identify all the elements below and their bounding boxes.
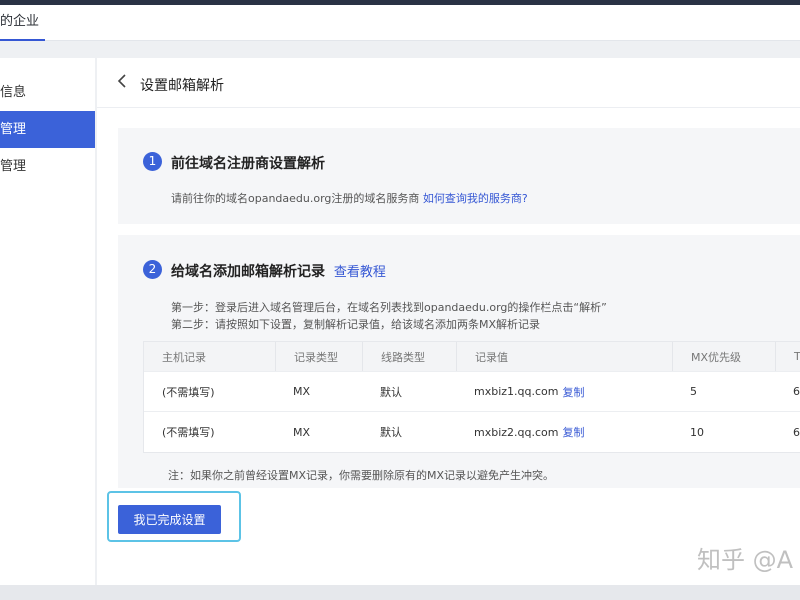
tab-company[interactable]: 的企业 (0, 5, 46, 41)
mx-record-table: 主机记录 记录类型 线路类型 记录值 MX优先级 TTL (不需填写) MX 默… (143, 341, 800, 453)
sidebar-item-label: 信息 (0, 85, 27, 100)
step1-card: 1 前往域名注册商设置解析 请前往你的域名opandaedu.org注册的域名服… (118, 128, 800, 224)
cell-ttl: 600 (793, 425, 800, 439)
step1-number-badge: 1 (143, 152, 162, 171)
step2-line1: 第一步：登录后进入域名管理后台，在域名列表找到opandaedu.org的操作栏… (171, 301, 607, 314)
step2-line2: 第二步：请按照如下设置，复制解析记录值，给该域名添加两条MX解析记录 (171, 318, 541, 331)
step2-card: 2 给域名添加邮箱解析记录 查看教程 第一步：登录后进入域名管理后台，在域名列表… (118, 235, 800, 488)
sidebar-item-label: 管理 (0, 122, 27, 137)
cell-priority: 10 (690, 425, 704, 439)
top-bar: 的企业 (0, 5, 800, 41)
cell-line: 默认 (380, 385, 402, 399)
step1-desc-text: 请前往你的域名opandaedu.org注册的域名服务商 (171, 192, 420, 205)
column-header-line: 线路类型 (362, 342, 456, 371)
column-header-priority: MX优先级 (672, 342, 775, 371)
sidebar-item-info[interactable]: 信息 (0, 74, 95, 111)
done-setup-button[interactable]: 我已完成设置 (118, 505, 221, 534)
tab-company-label: 的企业 (0, 14, 40, 29)
cell-type: MX (293, 385, 311, 398)
watermark: 知乎 @A (697, 546, 794, 574)
sidebar-item-management-active[interactable]: 管理 (0, 111, 95, 148)
copy-link[interactable]: 复制 (563, 384, 585, 400)
tab-active-underline (0, 39, 46, 41)
cell-host: (不需填写) (162, 385, 215, 399)
table-row: (不需填写) MX 默认 mxbiz2.qq.com 复制 10 600 (144, 412, 800, 452)
column-header-ttl: TTL (775, 342, 800, 371)
mx-conflict-note: 注：如果你之前曾经设置MX记录，你需要删除原有的MX记录以避免产生冲突。 (168, 469, 555, 482)
column-header-host: 主机记录 (162, 350, 206, 364)
record-value: mxbiz2.qq.com (474, 425, 559, 439)
cell-value: mxbiz1.qq.com 复制 (456, 372, 672, 411)
page-title: 设置邮箱解析 (140, 78, 224, 94)
table-header-row: 主机记录 记录类型 线路类型 记录值 MX优先级 TTL (144, 342, 800, 372)
column-header-value: 记录值 (456, 342, 672, 371)
sidebar: 信息 管理 管理 (0, 58, 95, 585)
step2-number-badge: 2 (143, 260, 162, 279)
sidebar-item-label: 管理 (0, 159, 27, 174)
record-value: mxbiz1.qq.com (474, 385, 559, 398)
cell-value: mxbiz2.qq.com 复制 (456, 412, 672, 452)
step2-title: 给域名添加邮箱解析记录 查看教程 (171, 261, 386, 281)
view-tutorial-link[interactable]: 查看教程 (334, 265, 386, 280)
bottom-bar (0, 585, 800, 600)
step2-title-text: 给域名添加邮箱解析记录 (171, 264, 325, 280)
cell-host: (不需填写) (162, 426, 215, 439)
chevron-left-icon[interactable] (117, 74, 127, 92)
step1-description: 请前往你的域名opandaedu.org注册的域名服务商 如何查询我的服务商? (171, 190, 528, 206)
cell-ttl: 600 (793, 385, 800, 398)
cell-line: 默认 (380, 426, 402, 439)
page-header: 设置邮箱解析 (97, 58, 800, 108)
cell-type: MX (293, 425, 311, 439)
step1-title: 前往域名注册商设置解析 (171, 156, 325, 172)
query-provider-link[interactable]: 如何查询我的服务商? (423, 192, 528, 205)
column-header-type: 记录类型 (275, 342, 362, 371)
sidebar-item-management[interactable]: 管理 (0, 148, 95, 185)
copy-link[interactable]: 复制 (563, 424, 585, 440)
cell-priority: 5 (690, 385, 697, 398)
table-row: (不需填写) MX 默认 mxbiz1.qq.com 复制 5 600 (144, 372, 800, 412)
